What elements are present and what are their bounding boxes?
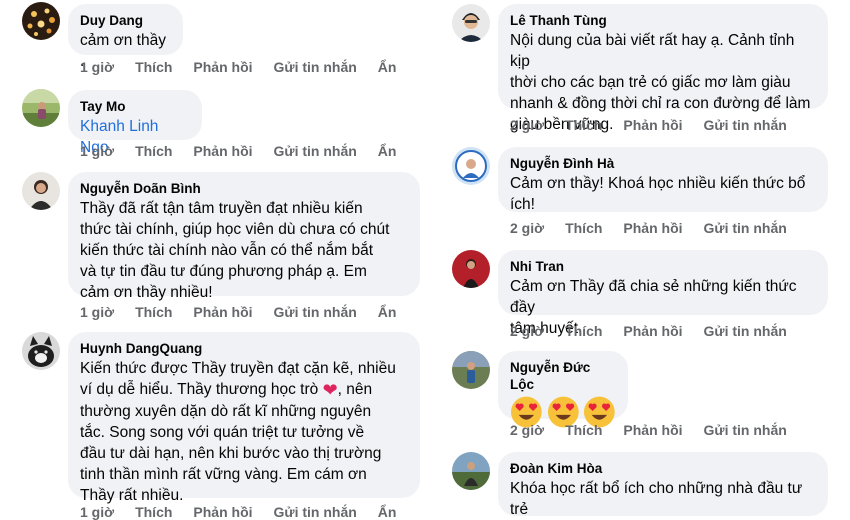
- comment-line: và tự tin đầu tư đúng phương pháp ạ. Em: [80, 263, 367, 280]
- comment-actions: 2 giờ Thích Phản hồi Gửi tin nhắn: [510, 117, 808, 133]
- like-button[interactable]: Thích: [565, 323, 602, 339]
- reply-button[interactable]: Phản hồi: [623, 323, 682, 339]
- comment-line-part: ví dụ dễ hiểu. Thầy thương học trò: [80, 381, 319, 398]
- comment-bubble: Tay Mo Khanh Linh Ngo: [68, 90, 202, 156]
- hide-button[interactable]: Ẩn: [378, 304, 397, 320]
- comment-line: ví dụ dễ hiểu. Thầy thương học trò ❤, nê…: [80, 379, 408, 401]
- comment-line: đầu tư dài hạn, nên khi bước vào thị trư…: [80, 445, 382, 462]
- comment-line: Khóa học rất bổ ích cho những nhà đầu tư: [510, 480, 803, 497]
- reply-button[interactable]: Phản hồi: [623, 220, 682, 236]
- reply-button[interactable]: Phản hồi: [193, 143, 252, 159]
- comment-actions: 1 giờ Thích Phản hồi Gửi tin nhắn Ẩn: [80, 143, 417, 159]
- comment-line: Cảm ơn thầy! Khoá học nhiều kiến thức bổ: [510, 175, 806, 192]
- avatar[interactable]: [22, 89, 60, 127]
- like-button[interactable]: Thích: [565, 117, 602, 133]
- comment-text: Kiến thức được Thầy truyền đạt cặn kẽ, n…: [80, 358, 408, 506]
- like-button[interactable]: Thích: [135, 59, 172, 75]
- comment-bubble: Duy Dang cảm ơn thầy .: [68, 4, 183, 70]
- comment-time[interactable]: 2 giờ: [510, 323, 544, 339]
- comment-author[interactable]: Nhi Tran: [510, 258, 816, 275]
- comment-actions: 1 giờ Thích Phản hồi Gửi tin nhắn Ẩn: [80, 304, 417, 320]
- message-button[interactable]: Gửi tin nhắn: [704, 323, 787, 339]
- comment-actions: 2 giờ Thích Phản hồi Gửi tin nhắn: [510, 422, 808, 438]
- comment-time[interactable]: 1 giờ: [80, 143, 114, 159]
- avatar[interactable]: [452, 147, 490, 185]
- comment-bubble: Nguyễn Đức Lộc: [498, 351, 628, 428]
- comment-line: trẻ: [510, 501, 529, 518]
- comment-bubble: Nguyễn Đình Hà Cảm ơn thầy! Khoá học nhi…: [498, 147, 828, 215]
- reply-button[interactable]: Phản hồi: [623, 117, 682, 133]
- message-button[interactable]: Gửi tin nhắn: [274, 143, 357, 159]
- heart-emoji-icon: ❤: [322, 380, 338, 400]
- comment-text: Thầy đã rất tận tâm truyền đạt nhiều kiế…: [80, 198, 408, 303]
- comment-line: ích!: [510, 196, 535, 213]
- comment-author[interactable]: Nguyễn Đức Lộc: [510, 359, 616, 393]
- comment-line: Kiến thức được Thầy truyền đạt cặn kẽ, n…: [80, 360, 396, 377]
- comment-author[interactable]: Nguyễn Doãn Bình: [80, 180, 408, 197]
- message-button[interactable]: Gửi tin nhắn: [274, 304, 357, 320]
- comment-bubble: Lê Thanh Tùng Nội dung của bài viết rất …: [498, 4, 828, 133]
- comment-bubble: Nhi Tran Cảm ơn Thầy đã chia sẻ những ki…: [498, 250, 828, 337]
- like-button[interactable]: Thích: [135, 504, 172, 520]
- comment-actions: 1 giờ Thích Phản hồi Gửi tin nhắn Ẩn: [80, 504, 417, 520]
- like-button[interactable]: Thích: [135, 143, 172, 159]
- comment-time[interactable]: 1 giờ: [80, 59, 114, 75]
- avatar[interactable]: [22, 2, 60, 40]
- comment-time[interactable]: 2 giờ: [510, 220, 544, 236]
- like-button[interactable]: Thích: [135, 304, 172, 320]
- avatar[interactable]: [452, 351, 490, 389]
- comment-time[interactable]: 2 giờ: [510, 117, 544, 133]
- message-button[interactable]: Gửi tin nhắn: [274, 504, 357, 520]
- hide-button[interactable]: Ẩn: [378, 143, 397, 159]
- like-button[interactable]: Thích: [565, 220, 602, 236]
- reply-button[interactable]: Phản hồi: [193, 504, 252, 520]
- reply-button[interactable]: Phản hồi: [623, 422, 682, 438]
- comment-line: tắc. Song song với quán triệt tư tưởng v…: [80, 424, 365, 441]
- comment-text: Khóa học rất bổ ích cho những nhà đầu tư…: [510, 478, 816, 520]
- reply-button[interactable]: Phản hồi: [193, 304, 252, 320]
- comment-line: Thầy đã rất tận tâm truyền đạt nhiều kiế…: [80, 200, 363, 217]
- comment-line: thời cho các bạn trẻ có giấc mơ làm giàu: [510, 74, 791, 91]
- comment-actions: 2 giờ Thích Phản hồi Gửi tin nhắn: [510, 220, 808, 236]
- comment-author[interactable]: Lê Thanh Tùng: [510, 12, 816, 29]
- hide-button[interactable]: Ẩn: [378, 504, 397, 520]
- message-button[interactable]: Gửi tin nhắn: [704, 117, 787, 133]
- comment-actions: 1 giờ Thích Phản hồi Gửi tin nhắn Ẩn: [80, 59, 417, 75]
- like-button[interactable]: Thích: [565, 422, 602, 438]
- comment-author[interactable]: Huynh DangQuang: [80, 340, 408, 357]
- comment-line: thức tài chính, giúp học viên dù chưa có…: [80, 221, 390, 238]
- comment-line-part: , nên: [337, 381, 373, 398]
- comment-line: thường xuyên dặn dò rất kĩ những nguyên: [80, 403, 372, 420]
- comment-line: Thầy rất nhiều.: [80, 487, 184, 504]
- comment-author[interactable]: Đoàn Kim Hòa: [510, 460, 816, 477]
- comment-time[interactable]: 1 giờ: [80, 504, 114, 520]
- comment-time[interactable]: 1 giờ: [80, 304, 114, 320]
- comment-author[interactable]: Nguyễn Đình Hà: [510, 155, 816, 172]
- avatar[interactable]: [22, 332, 60, 370]
- message-button[interactable]: Gửi tin nhắn: [704, 422, 787, 438]
- comment-actions: 2 giờ Thích Phản hồi Gửi tin nhắn: [510, 323, 808, 339]
- avatar[interactable]: [22, 172, 60, 210]
- comment-line: cảm ơn thầy nhiều!: [80, 284, 213, 301]
- comment-bubble: Huynh DangQuang Kiến thức được Thầy truy…: [68, 332, 420, 504]
- comment-author[interactable]: Duy Dang: [80, 12, 171, 29]
- message-button[interactable]: Gửi tin nhắn: [704, 220, 787, 236]
- avatar[interactable]: [452, 452, 490, 490]
- comment-line: Nội dung của bài viết rất hay ạ. Cảnh tỉ…: [510, 32, 795, 70]
- avatar[interactable]: [452, 250, 490, 288]
- comment-bubble: Nguyễn Doãn Bình Thầy đã rất tận tâm tru…: [68, 172, 420, 301]
- avatar[interactable]: [452, 4, 490, 42]
- reply-button[interactable]: Phản hồi: [193, 59, 252, 75]
- comment-author[interactable]: Tay Mo: [80, 98, 190, 115]
- message-button[interactable]: Gửi tin nhắn: [274, 59, 357, 75]
- comment-line: nhanh & đồng thời chỉ ra con đường để là…: [510, 95, 811, 112]
- comment-line: Cảm ơn Thầy đã chia sẻ những kiến thức đ…: [510, 278, 797, 316]
- comment-line: kiến thức tài chính nào vẫn có thể nắm b…: [80, 242, 374, 259]
- hide-button[interactable]: Ẩn: [378, 59, 397, 75]
- comment-text: Cảm ơn thầy! Khoá học nhiều kiến thức bổ…: [510, 173, 816, 215]
- comment-bubble: Đoàn Kim Hòa Khóa học rất bổ ích cho nhữ…: [498, 452, 828, 518]
- comment-line: tinh thần mình rất vững vàng. Em cám ơn: [80, 466, 367, 483]
- comment-time[interactable]: 2 giờ: [510, 422, 544, 438]
